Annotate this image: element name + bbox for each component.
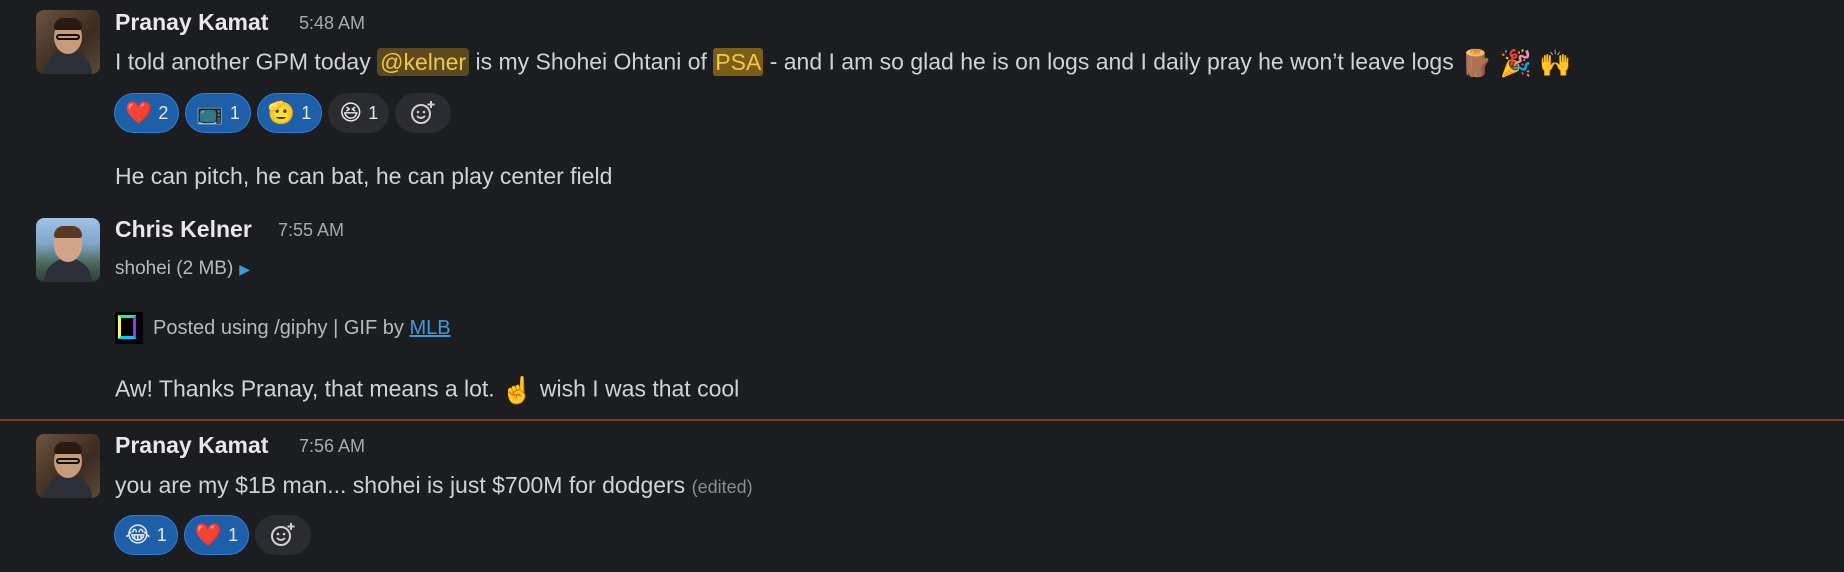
avatar[interactable] [36,434,100,498]
triangle-right-icon[interactable]: ▶ [239,261,250,277]
file-attachment[interactable]: shohei (2 MB) ▶ [115,258,250,280]
author-name[interactable]: Pranay Kamat [115,9,268,36]
timestamp[interactable]: 5:48 AM [299,13,365,34]
add-reaction-button[interactable] [255,515,312,555]
timestamp[interactable]: 7:56 AM [299,436,365,457]
salute-icon: 🫡 [267,100,296,125]
avatar[interactable] [36,218,100,282]
reaction-count: 1 [156,524,167,545]
author-name[interactable]: Chris Kelner [115,216,252,243]
reaction-count: 1 [229,102,240,123]
timestamp[interactable]: 7:55 AM [278,220,344,241]
add-reaction-icon [411,101,435,124]
message-emojis: 🪵 🎉 🙌 [1460,48,1572,78]
giphy-attribution: Posted using /giphy | GIF by MLB [115,312,451,344]
reaction-count: 2 [158,102,169,123]
mlb-link[interactable]: MLB [409,317,450,339]
reaction-laughing[interactable]: 😆 1 [328,93,390,133]
add-reaction-icon [271,523,295,546]
heart-icon: ❤️ [125,100,153,125]
reaction-tv[interactable]: 📺 1 [185,93,251,133]
giphy-logo-icon [115,312,143,344]
heart-icon: ❤️ [194,522,223,547]
search-highlight: PSA [713,47,764,76]
reaction-heart[interactable]: ❤️ 2 [114,93,180,133]
reaction-bar: 😂 1 ❤️ 1 [114,515,312,555]
reaction-joy[interactable]: 😂 1 [114,515,178,555]
message-text: He can pitch, he can bat, he can play ce… [115,163,613,189]
message-text: I told another GPM today @kelner is my S… [115,47,1572,78]
reaction-bar: ❤️ 2 📺 1 🫡 1 😆 1 [114,93,452,133]
reaction-count: 1 [368,102,379,123]
pointing-up-icon: ☝️ [501,375,534,405]
edited-label: (edited) [691,477,753,497]
reaction-count: 1 [228,524,239,545]
laughing-icon: 😆 [339,100,363,125]
message-text: you are my $1B man... shohei is just $70… [115,472,753,498]
file-label: shohei (2 MB) [115,258,234,279]
reaction-heart[interactable]: ❤️ 1 [183,515,250,555]
avatar[interactable] [36,10,100,74]
reaction-count: 1 [301,102,312,123]
new-messages-divider [0,419,1844,421]
add-reaction-button[interactable] [395,93,452,133]
user-mention[interactable]: @kelner [377,47,470,76]
giphy-text: Posted using /giphy | GIF by [153,316,410,339]
author-name[interactable]: Pranay Kamat [115,432,268,459]
message-text: Aw! Thanks Pranay, that means a lot. ☝️ … [115,375,740,405]
reaction-salute[interactable]: 🫡 1 [256,93,323,133]
tv-icon: 📺 [196,100,224,125]
joy-icon: 😂 [125,522,151,547]
